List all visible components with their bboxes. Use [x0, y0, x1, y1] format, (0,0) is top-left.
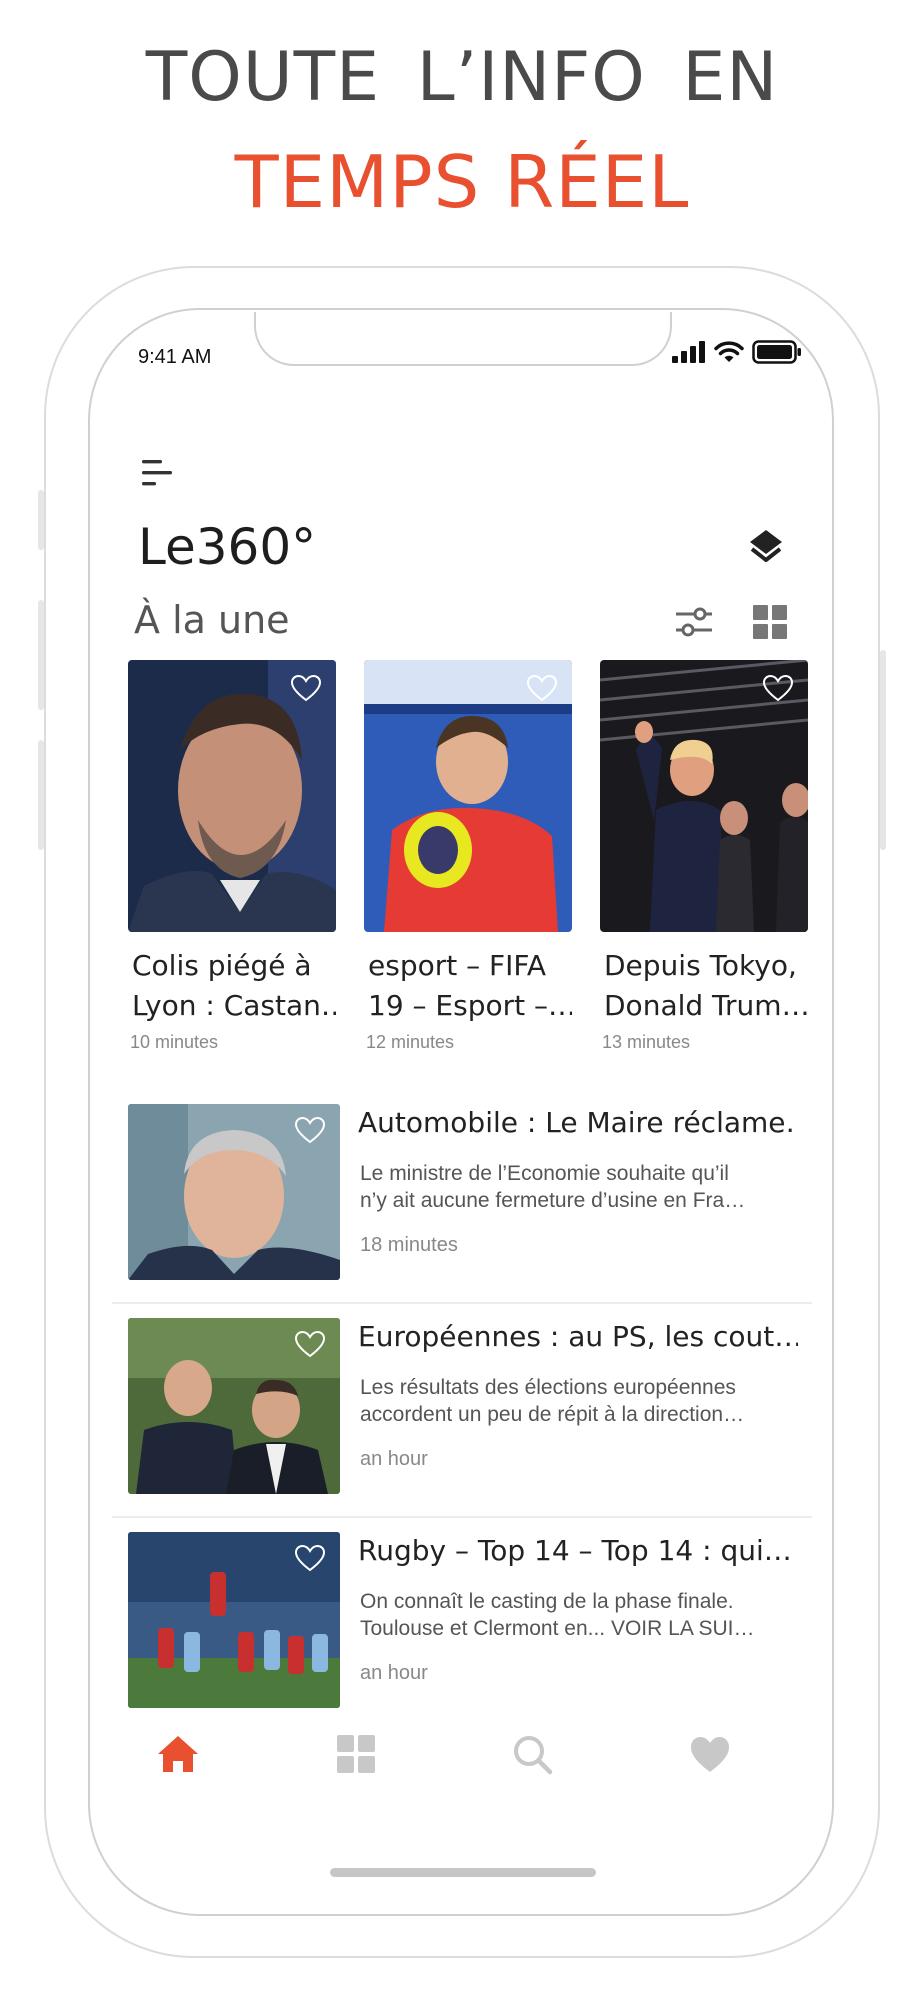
article-image [128, 1104, 340, 1280]
article-image [128, 1532, 340, 1708]
favorite-heart-icon[interactable] [294, 1116, 326, 1144]
status-time: 9:41 AM [138, 346, 212, 368]
featured-time: 12 minutes [366, 1032, 455, 1052]
featured-title: Depuis Tokyo, Donald Trum… [604, 949, 808, 1022]
favorite-heart-icon[interactable] [526, 674, 558, 702]
article-row[interactable]: Européennes : au PS, les cout… Les résul… [112, 1304, 812, 1518]
wifi-icon [714, 341, 744, 362]
featured-image [600, 660, 808, 932]
featured-card[interactable]: esport – FIFA 19 – Esport –… 12 minutes [364, 660, 572, 1053]
article-title: Rugby – Top 14 – Top 14 : qui… [358, 1534, 792, 1567]
featured-title: Colis piégé à Lyon : Castan… [132, 949, 336, 1022]
search-icon[interactable] [510, 1732, 554, 1776]
featured-time: 10 minutes [130, 1032, 219, 1052]
featured-image [128, 660, 336, 932]
tab-bar [90, 1732, 832, 1792]
favorite-heart-icon[interactable] [294, 1544, 326, 1572]
favorite-heart-icon[interactable] [294, 1330, 326, 1358]
promo-line-1: TOUTE L’INFO EN [145, 38, 779, 117]
favorites-heart-icon[interactable] [688, 1732, 732, 1776]
phone-notch [254, 310, 672, 366]
article-row[interactable]: Rugby – Top 14 – Top 14 : qui… On connaî… [112, 1518, 812, 1732]
menu-icon[interactable] [140, 456, 174, 490]
layers-icon[interactable] [748, 528, 784, 568]
favorite-heart-icon[interactable] [762, 674, 794, 702]
featured-image [364, 660, 572, 932]
featured-card[interactable]: Depuis Tokyo, Donald Trum… 13 minutes [600, 660, 808, 1053]
home-indicator[interactable] [330, 1868, 596, 1877]
article-title: Européennes : au PS, les cout… [358, 1320, 798, 1353]
featured-time: 13 minutes [602, 1032, 691, 1052]
featured-carousel: Colis piégé à Lyon : Castan… 10 minutes [128, 660, 808, 1060]
article-time: an hour [360, 1662, 428, 1684]
home-icon[interactable] [156, 1732, 200, 1776]
article-time: 18 minutes [360, 1234, 458, 1256]
article-summary: Les résultats des élections européennes … [360, 1376, 745, 1426]
app-title: Le360° [138, 518, 317, 576]
phone-volume-up [38, 600, 44, 710]
promo-line-2: TEMPS RÉEL [234, 140, 690, 224]
article-list: Automobile : Le Maire réclame… Le minist… [112, 1090, 812, 1732]
categories-grid-icon[interactable] [334, 1732, 378, 1776]
battery-icon [752, 340, 801, 364]
cellular-signal-icon [672, 341, 705, 363]
article-image [128, 1318, 340, 1494]
filter-sliders-icon[interactable] [674, 604, 714, 640]
featured-card[interactable]: Colis piégé à Lyon : Castan… 10 minutes [128, 660, 336, 1053]
article-title: Automobile : Le Maire réclame… [358, 1106, 798, 1139]
status-icons [672, 340, 802, 364]
favorite-heart-icon[interactable] [290, 674, 322, 702]
featured-title: esport – FIFA 19 – Esport –… [368, 949, 572, 1022]
section-title: À la une [134, 598, 290, 642]
article-summary: Le ministre de l’Economie souhaite qu’il… [360, 1162, 746, 1212]
phone-side-button [38, 490, 44, 550]
grid-view-icon[interactable] [752, 604, 788, 640]
article-row[interactable]: Automobile : Le Maire réclame… Le minist… [112, 1090, 812, 1304]
phone-power-button [880, 650, 886, 850]
article-time: an hour [360, 1448, 428, 1470]
article-summary: On connaît le casting de la phase finale… [360, 1590, 755, 1640]
phone-screen: 9:41 AM Le360° À la une Colis piégé à Ly… [88, 308, 834, 1916]
phone-volume-down [38, 740, 44, 850]
